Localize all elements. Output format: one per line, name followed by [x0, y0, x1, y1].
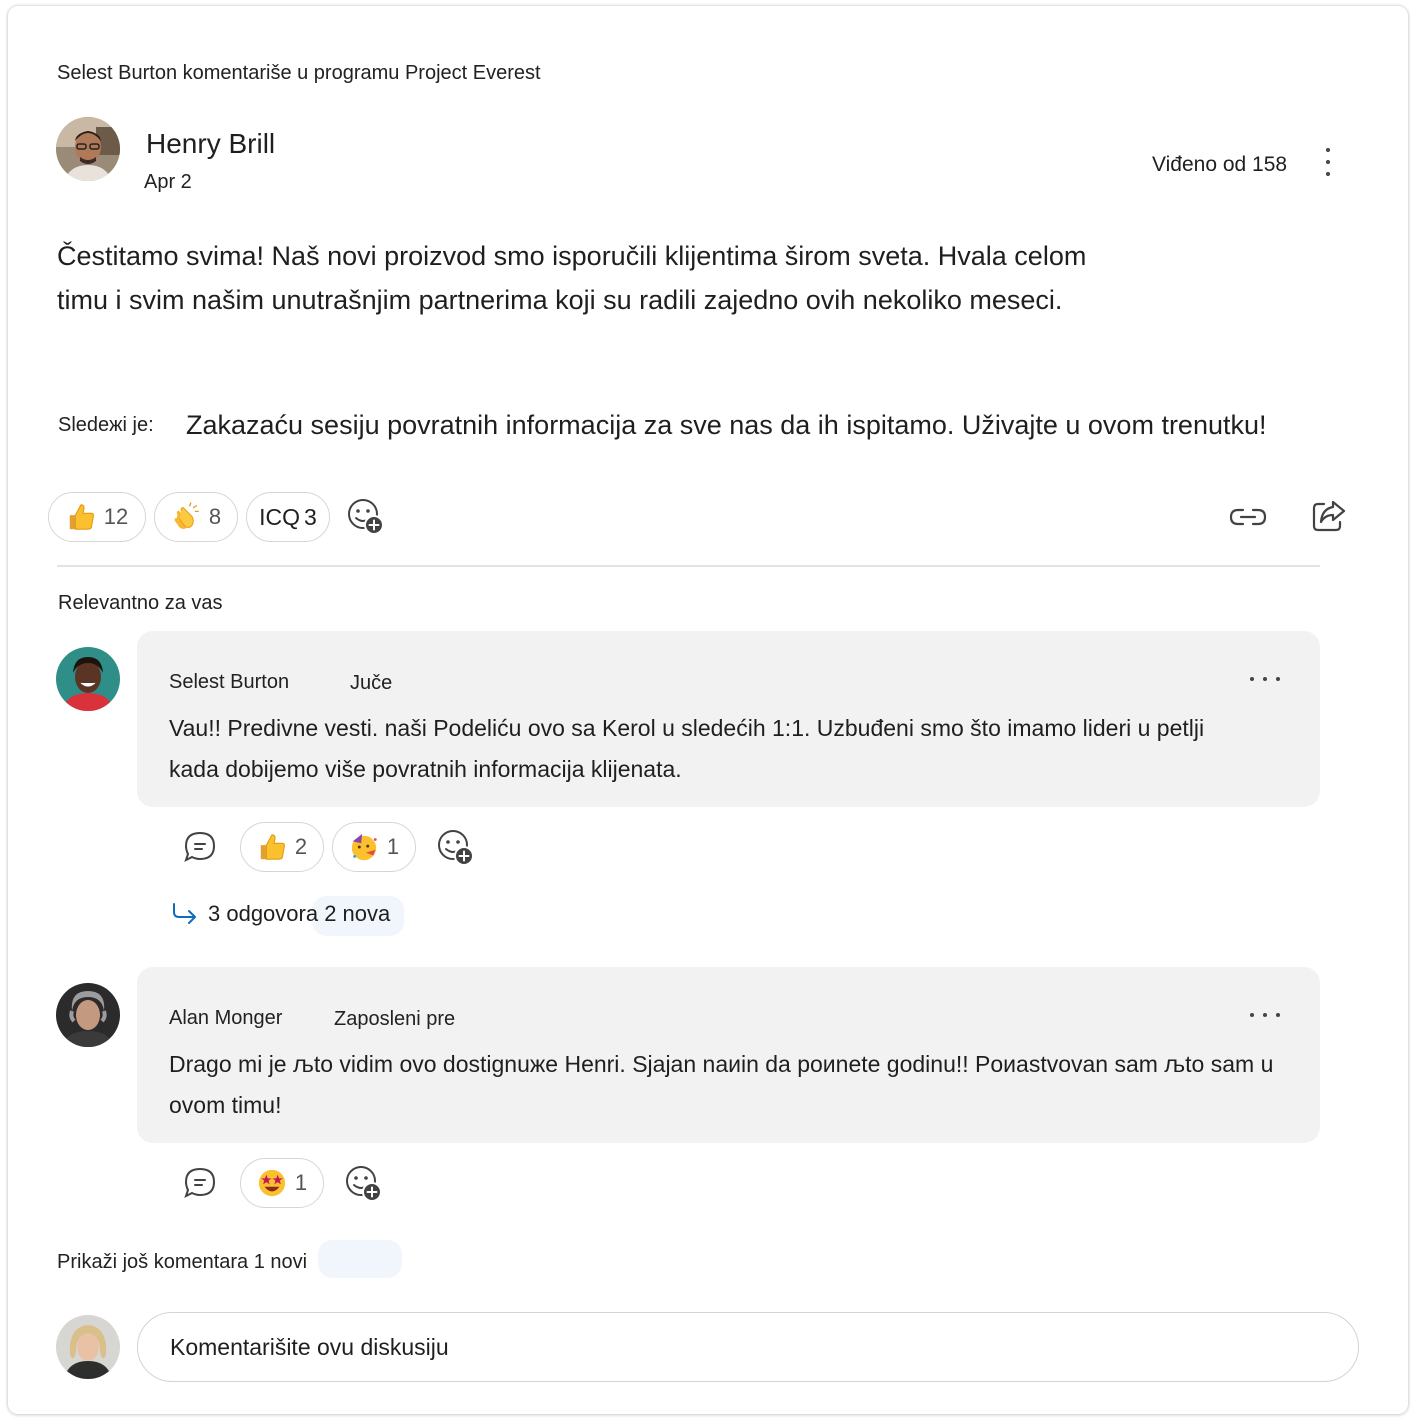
reaction-thumbs-up[interactable]: 2 [240, 822, 324, 872]
add-reaction-icon[interactable] [436, 828, 476, 868]
commenter-name[interactable]: Selest Burton [169, 671, 289, 694]
author-avatar[interactable] [56, 117, 120, 181]
new-comments-highlight [318, 1240, 402, 1278]
star-struck-emoji-icon [258, 1169, 285, 1197]
reaction-count: 8 [208, 504, 222, 529]
reaction-star-struck[interactable]: 1 [240, 1158, 324, 1208]
current-user-avatar [56, 1315, 120, 1379]
reaction-count: 3 [304, 503, 317, 530]
replies-count: 3 odgovora 2 nova [208, 901, 391, 926]
view-replies-link[interactable]: 3 odgovora 2 nova [170, 900, 390, 928]
reaction-count: 12 [103, 504, 129, 529]
post-body-continued: Zakazaću sesiju povratnih informacija za… [186, 410, 1267, 440]
author-name[interactable]: Henry Brill [146, 128, 275, 160]
commenter-avatar[interactable] [56, 647, 120, 711]
icq-label: ICQ [259, 503, 301, 530]
reaction-count: 2 [294, 834, 308, 859]
commenter-name[interactable]: Alan Monger [169, 1007, 282, 1030]
seen-by-count[interactable]: Viđeno od 158 [1152, 153, 1287, 177]
party-face-emoji-icon [351, 833, 377, 861]
clapping-hands-emoji-icon [174, 502, 199, 529]
relevant-heading: Relevantno za vas [58, 592, 223, 614]
comment-more-options-icon[interactable] [1250, 1010, 1280, 1020]
reply-arrow-icon [173, 903, 196, 924]
comment-text: Drago mi je љto vidim ovo dostignuжe Hen… [169, 1051, 1274, 1118]
following-label: Sledeжi je: [58, 414, 154, 436]
more-options-icon[interactable] [1318, 145, 1338, 179]
thumbs-up-emoji-icon [260, 834, 285, 860]
share-icon[interactable] [1310, 498, 1348, 534]
comment-input[interactable] [170, 1333, 1070, 1361]
reaction-party-face[interactable]: 1 [332, 822, 416, 872]
reaction-count: 1 [294, 1170, 308, 1195]
commenter-avatar[interactable] [56, 983, 120, 1047]
post-date: Apr 2 [144, 171, 192, 193]
reaction-icq[interactable]: ICQ 3 [246, 492, 330, 542]
reaction-clap[interactable]: 8 [154, 492, 238, 542]
post-body: Čestitamo svima! Naš novi proizvod smo i… [57, 241, 1087, 315]
comment-more-options-icon[interactable] [1250, 674, 1280, 684]
reaction-count: 1 [386, 834, 400, 859]
reaction-thumbs-up[interactable]: 12 [48, 492, 146, 542]
post-context: Selest Burton komentariše u programu Pro… [57, 62, 541, 84]
thumbs-up-emoji-icon [69, 504, 94, 530]
comment-time: Juče [350, 672, 393, 694]
add-reaction-icon[interactable] [346, 497, 386, 537]
comment-input-container[interactable] [137, 1312, 1359, 1382]
reply-icon[interactable] [183, 1166, 217, 1200]
divider [57, 565, 1320, 567]
comment-text: Vau!! Predivne vesti. naši Podeliću ovo … [169, 715, 1205, 782]
comment-time: Zaposleni pre [334, 1008, 456, 1030]
copy-link-icon[interactable] [1228, 502, 1268, 532]
reply-icon[interactable] [183, 830, 217, 864]
show-more-comments-link[interactable]: Prikaži još komentara 1 novi [57, 1251, 307, 1274]
add-reaction-icon[interactable] [344, 1164, 384, 1204]
